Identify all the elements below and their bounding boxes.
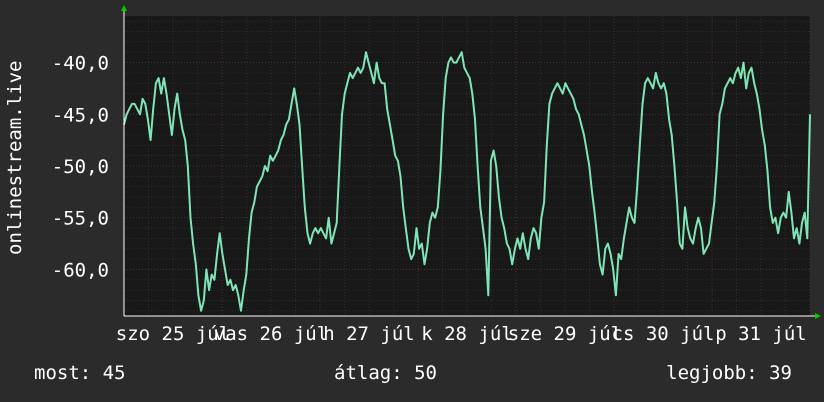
line-chart: -40,0-45,0-50,0-55,0-60,0 szo 25 júlvas … [52, 5, 821, 345]
x-tick-label: p 31 júl [715, 323, 807, 345]
x-axis-arrow [815, 313, 821, 319]
y-axis-label: onlinestream.live [4, 60, 26, 256]
y-tick-label: -45,0 [52, 104, 109, 126]
y-tick-label: -55,0 [52, 208, 109, 230]
best-value: legjobb: 39 [666, 362, 792, 384]
x-tick-label: h 27 júl [323, 323, 415, 345]
current-value: most: 45 [34, 362, 126, 384]
average-value: átlag: 50 [334, 362, 437, 384]
y-tick-label: -50,0 [52, 156, 109, 178]
x-tick-label: sze 29 júl [508, 323, 622, 345]
x-tick-label: k 28 júl [421, 323, 513, 345]
y-tick-labels: -40,0 -45,0 -50,0 -55,0 -60,0 [52, 53, 109, 282]
y-axis-arrow [121, 5, 127, 11]
x-tick-labels: szo 25 júlvas 26 júlh 27 júl k 28 júlsze … [116, 323, 807, 345]
y-tick-label: -40,0 [52, 53, 109, 75]
y-tick-label: -60,0 [52, 259, 109, 281]
x-tick-label: cs 30 júl [612, 323, 715, 345]
x-tick-label: vas 26 júl [214, 323, 328, 345]
